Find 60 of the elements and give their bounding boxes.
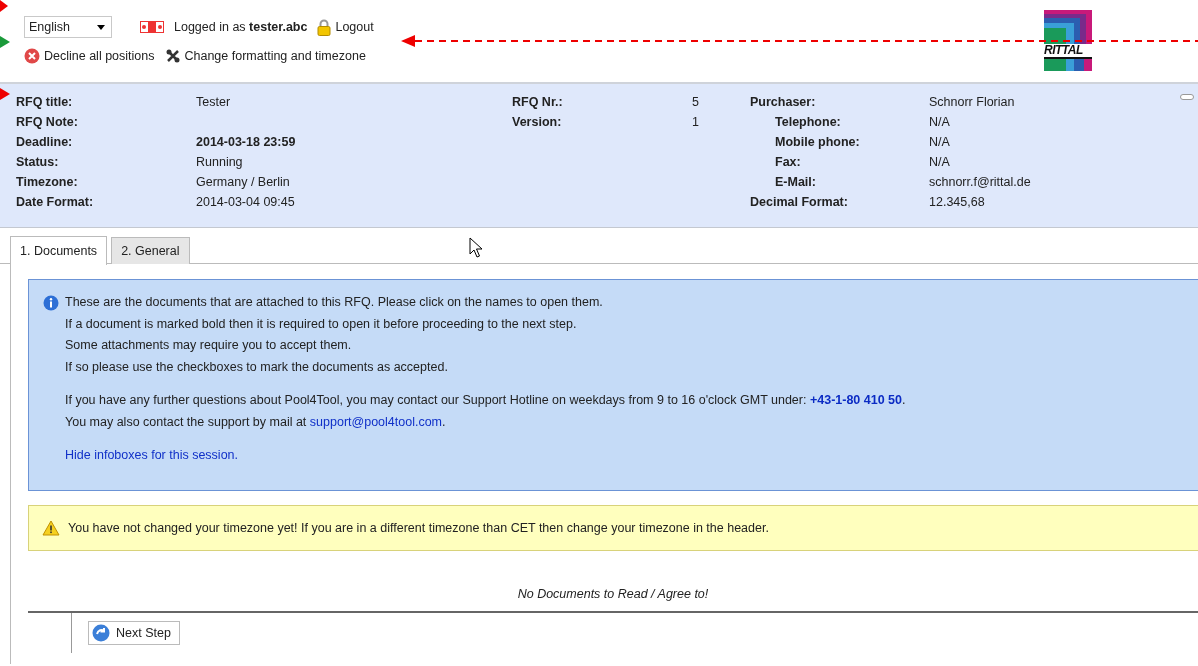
- field-label: Status:: [16, 155, 60, 169]
- field-value: N/A: [929, 155, 951, 169]
- logout-link[interactable]: Logout: [317, 18, 374, 36]
- field-value: 12.345,68: [929, 195, 986, 209]
- field-label: Telephone:: [774, 115, 842, 129]
- field-label: Timezone:: [16, 175, 79, 189]
- empty-message: No Documents to Read / Agree to!: [517, 587, 709, 601]
- field-value: Tester: [196, 95, 232, 109]
- field-value: schnorr.f@rittal.de: [929, 175, 1032, 189]
- info-text: If a document is marked bold then it is required to open it before proceeding to the next step.: [65, 315, 578, 333]
- field-label: RFQ Note:: [16, 115, 79, 129]
- collapse-button[interactable]: [1180, 94, 1194, 100]
- info-text: These are the documents that are attached to this RFQ. Please click on the names to open them.: [65, 294, 604, 311]
- field-label: E-Mail:: [774, 175, 817, 189]
- field-label: Date Format:: [16, 195, 95, 209]
- field-label: RFQ title:: [16, 95, 74, 109]
- dashed-annotation-arrow-icon: [401, 35, 1198, 47]
- field-label: Version:: [512, 115, 563, 129]
- annotation-arrow-icon: [0, 0, 8, 12]
- language-dropdown[interactable]: English: [24, 16, 112, 38]
- info-icon: [43, 295, 59, 311]
- logo-stripes-icon: [1044, 59, 1092, 71]
- field-value: Schnorr Florian: [929, 95, 1016, 109]
- field-label: Purchaser:: [750, 95, 817, 109]
- info-text: Some attachments may require you to accept them.: [65, 337, 353, 354]
- login-status-text: Logged in as tester.abc: [174, 20, 308, 34]
- next-step-button[interactable]: Next Step: [88, 621, 180, 645]
- info-text: If so please use the checkboxes to mark the documents as accepted.: [65, 358, 449, 376]
- field-label: Decimal Format:: [750, 195, 849, 209]
- arrow-circle-icon: [92, 624, 110, 642]
- info-text: You may also contact the support by mail at support@pool4tool.com.: [65, 413, 447, 431]
- tools-icon: [166, 49, 181, 63]
- x-circle-icon: [24, 48, 40, 64]
- tab[interactable]: 2. General: [111, 237, 190, 264]
- mouse-pointer-icon: [469, 237, 483, 258]
- settings-link[interactable]: Change formatting and timezone: [166, 49, 366, 63]
- field-value: 1: [692, 115, 700, 129]
- field-value: Running: [196, 155, 244, 169]
- annotation-arrow-icon: [0, 88, 10, 100]
- annotation-arrow-icon: [0, 36, 10, 48]
- field-value: N/A: [929, 135, 951, 149]
- field-value: 5: [692, 95, 700, 109]
- warning-icon: [42, 520, 60, 536]
- field-value: 2014-03-18 23:59: [196, 135, 297, 149]
- logo-stripes-icon: [1044, 10, 1092, 44]
- field-value: N/A: [929, 115, 951, 129]
- field-label: Deadline:: [16, 135, 74, 149]
- hide-infoboxes-link[interactable]: Hide infoboxes for this session.: [65, 448, 238, 462]
- padlock-icon: [317, 18, 332, 36]
- rittal-logo: RITTAL: [1044, 10, 1092, 76]
- field-value: 2014-03-04 09:45: [196, 195, 296, 209]
- field-value: Germany / Berlin: [196, 175, 291, 189]
- decline-link[interactable]: Decline all positions: [24, 48, 155, 64]
- field-label: Mobile phone:: [774, 135, 861, 149]
- warning-text: You have not changed your timezone yet! If you are in a different timezone than CET then change your timezone in the header.: [68, 521, 769, 535]
- info-text: If you have any further questions about Pool4Tool, you may contact our Support Hotline on weekdays from 9 to 16 o'clock GMT under: +43-1-80 410 50.: [65, 392, 906, 409]
- field-label: RFQ Nr.:: [512, 95, 564, 109]
- field-label: Fax:: [774, 155, 802, 169]
- tab[interactable]: 1. Documents: [10, 236, 108, 265]
- email-link[interactable]: support@pool4tool.com: [309, 414, 443, 429]
